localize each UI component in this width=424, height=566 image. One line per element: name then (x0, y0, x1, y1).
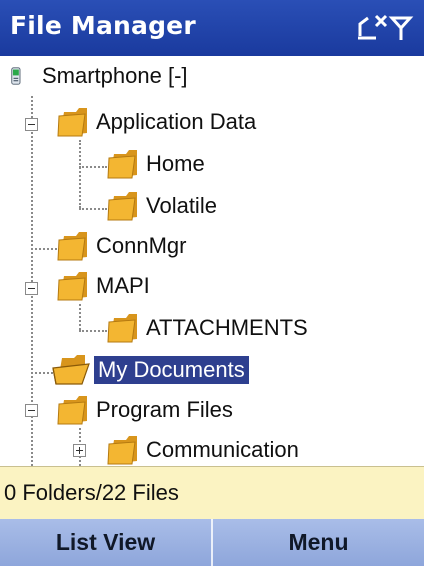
softkey-bar: List View Menu (0, 519, 424, 566)
tree-node-label: ATTACHMENTS (146, 315, 308, 340)
tree-line (79, 304, 81, 330)
tree-node-mapi[interactable]: MAPI (56, 266, 150, 306)
folder-icon (107, 436, 137, 465)
tree-node-label: Smartphone [-] (42, 63, 188, 88)
folder-icon (57, 396, 87, 425)
menu-softkey[interactable]: Menu (213, 519, 424, 566)
tree-node-label: Volatile (146, 193, 217, 218)
folder-icon (57, 232, 87, 261)
smartphone-icon (11, 67, 21, 85)
tree-node-label: Program Files (96, 397, 233, 422)
folder-icon (57, 108, 87, 137)
tree-node-label: MAPI (96, 273, 150, 298)
tree-node-communication[interactable]: Communication (106, 430, 299, 466)
tree-line (79, 166, 107, 168)
title-bar: File Manager (0, 0, 424, 56)
folder-icon (107, 192, 137, 221)
folder-icon (107, 150, 137, 179)
tree-node-volatile[interactable]: Volatile (106, 186, 217, 226)
folder-tree[interactable]: Smartphone [-] Application Data Home Vol… (0, 56, 424, 466)
tree-node-label: Home (146, 151, 205, 176)
tree-line (79, 140, 81, 208)
softkey-divider (211, 519, 213, 566)
tree-node-home[interactable]: Home (106, 144, 205, 184)
open-folder-icon (52, 355, 90, 385)
no-signal-icon (354, 14, 416, 44)
collapse-icon[interactable] (25, 404, 38, 417)
file-manager-screen: File Manager Smartphone [-] Application … (0, 0, 424, 566)
tree-line (79, 330, 107, 332)
tree-node-label: My Documents (94, 356, 249, 384)
tree-node-connmgr[interactable]: ConnMgr (56, 226, 186, 266)
tree-node-label: ConnMgr (96, 233, 187, 258)
collapse-icon[interactable] (25, 118, 38, 131)
folder-file-count: 0 Folders/22 Files (4, 480, 179, 505)
tree-node-application-data[interactable]: Application Data (56, 102, 256, 142)
tree-node-attachments[interactable]: ATTACHMENTS (106, 308, 308, 348)
tree-node-label: Application Data (96, 109, 257, 134)
app-title: File Manager (10, 11, 196, 40)
tree-node-my-documents[interactable]: My Documents (52, 350, 249, 390)
list-view-softkey[interactable]: List View (0, 519, 211, 566)
collapse-icon[interactable] (25, 282, 38, 295)
folder-icon (57, 272, 87, 301)
expand-icon[interactable] (73, 444, 86, 457)
status-bar: 0 Folders/22 Files (0, 466, 424, 519)
tree-line (31, 248, 57, 250)
tree-node-smartphone[interactable]: Smartphone [-] (10, 56, 188, 96)
folder-icon (107, 314, 137, 343)
tree-node-program-files[interactable]: Program Files (56, 390, 233, 430)
tree-line (79, 208, 107, 210)
tree-node-label: Communication (146, 437, 299, 462)
